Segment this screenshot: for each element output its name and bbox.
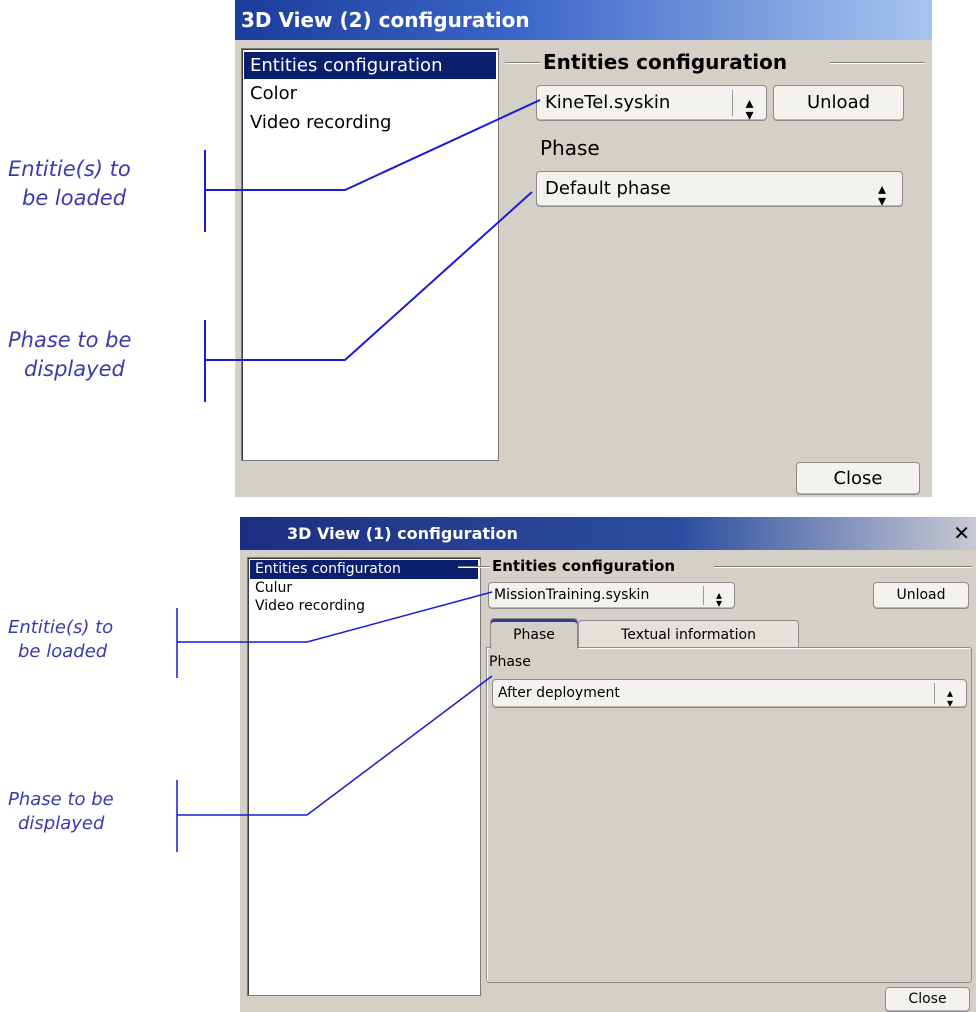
annotation-leader bbox=[177, 591, 493, 643]
annotation-leader bbox=[205, 191, 533, 361]
annotation-leader bbox=[177, 675, 493, 816]
tab-phase-label: Phase bbox=[513, 627, 555, 643]
tab-phase[interactable]: Phase bbox=[490, 618, 578, 649]
annotation-leader bbox=[205, 99, 541, 191]
annotation-connector-lines bbox=[176, 99, 541, 852]
